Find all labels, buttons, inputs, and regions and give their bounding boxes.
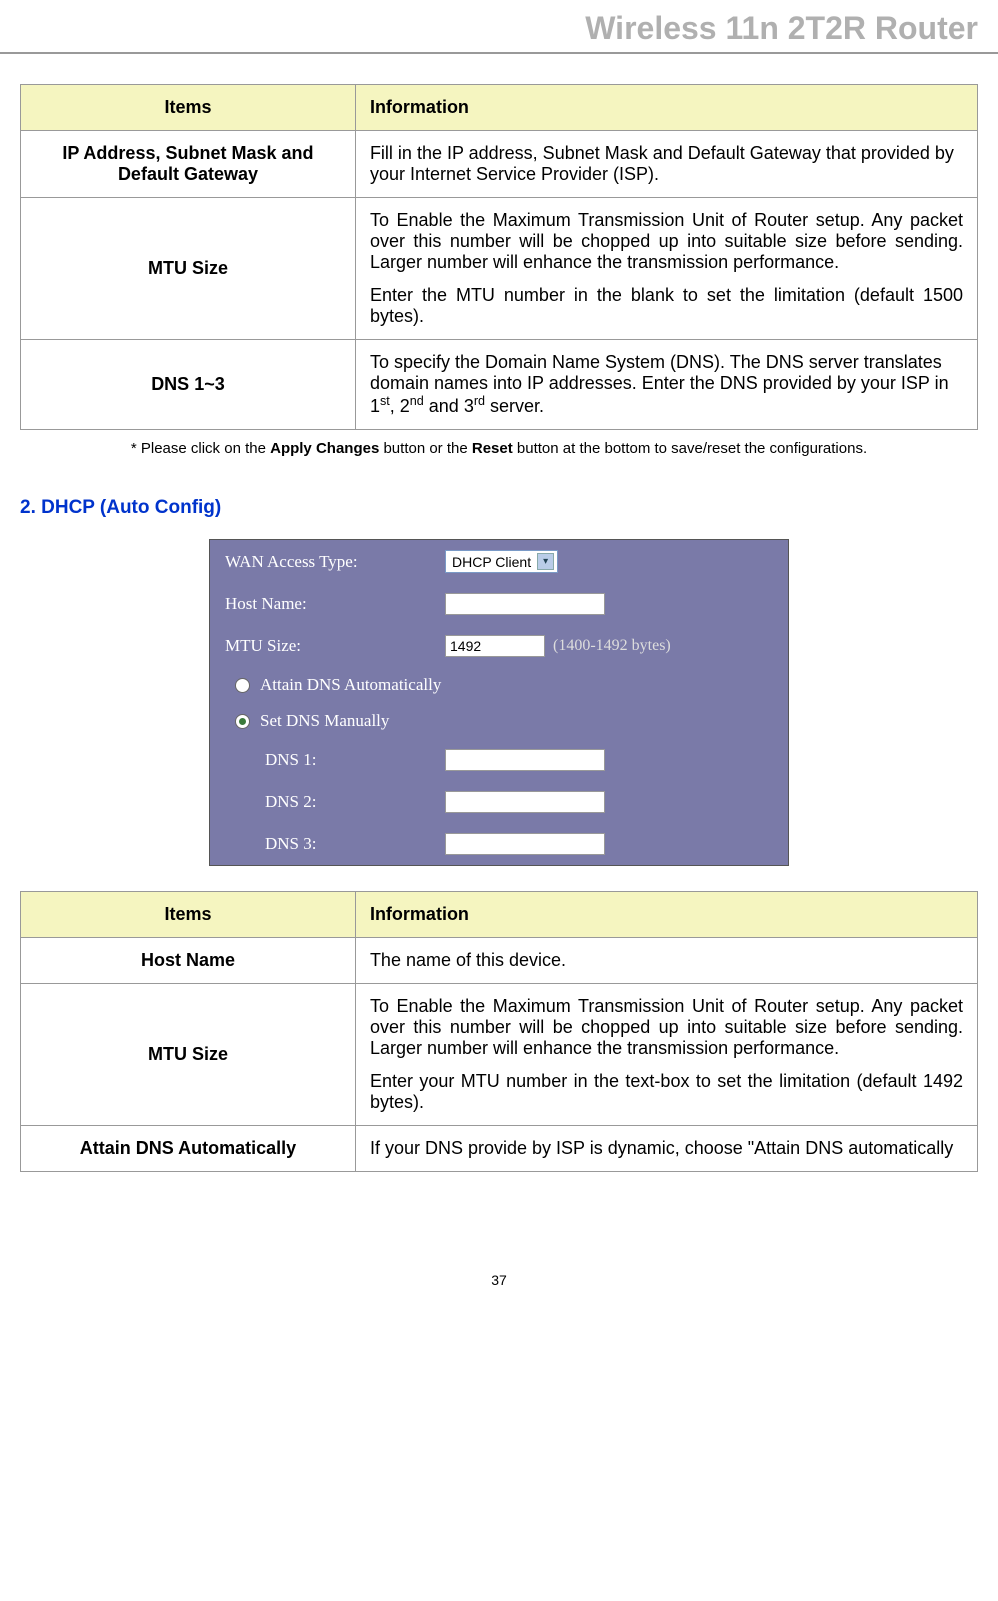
chevron-down-icon: ▾ bbox=[537, 553, 554, 570]
dns2-input[interactable] bbox=[445, 791, 605, 813]
table1-row0-item: IP Address, Subnet Mask and Default Gate… bbox=[21, 131, 356, 198]
table1-row1-info: To Enable the Maximum Transmission Unit … bbox=[355, 198, 977, 340]
table1-row2-item: DNS 1~3 bbox=[21, 340, 356, 430]
table2-row0-item: Host Name bbox=[21, 938, 356, 984]
info-table-2: Items Information Host Name The name of … bbox=[20, 891, 978, 1172]
host-name-input[interactable] bbox=[445, 593, 605, 615]
host-name-label: Host Name: bbox=[225, 594, 445, 614]
radio-set-dns-manual-label: Set DNS Manually bbox=[260, 711, 389, 731]
table-row: IP Address, Subnet Mask and Default Gate… bbox=[21, 131, 978, 198]
mtu-size-input[interactable] bbox=[445, 635, 545, 657]
table1-row2-info: To specify the Domain Name System (DNS).… bbox=[355, 340, 977, 430]
table2-row1-info: To Enable the Maximum Transmission Unit … bbox=[355, 984, 977, 1126]
dns1-input[interactable] bbox=[445, 749, 605, 771]
table-row: MTU Size To Enable the Maximum Transmiss… bbox=[21, 198, 978, 340]
table1-header-items: Items bbox=[21, 85, 356, 131]
table1-row0-info: Fill in the IP address, Subnet Mask and … bbox=[355, 131, 977, 198]
table2-row0-info: The name of this device. bbox=[355, 938, 977, 984]
dns3-input[interactable] bbox=[445, 833, 605, 855]
table2-row2-info: If your DNS provide by ISP is dynamic, c… bbox=[355, 1126, 977, 1172]
page-number: 37 bbox=[0, 1272, 998, 1308]
dns3-label: DNS 3: bbox=[265, 834, 445, 854]
radio-attain-dns-auto-label: Attain DNS Automatically bbox=[260, 675, 441, 695]
mtu-hint-text: (1400-1492 bytes) bbox=[553, 637, 671, 655]
table2-row1-item: MTU Size bbox=[21, 984, 356, 1126]
table-row: Host Name The name of this device. bbox=[21, 938, 978, 984]
page-header-title: Wireless 11n 2T2R Router bbox=[0, 0, 998, 54]
screenshot-dhcp-config: WAN Access Type: DHCP Client ▾ Host Name… bbox=[20, 539, 978, 866]
table-row: MTU Size To Enable the Maximum Transmiss… bbox=[21, 984, 978, 1126]
wan-access-type-label: WAN Access Type: bbox=[225, 552, 445, 572]
radio-attain-dns-auto[interactable] bbox=[235, 678, 250, 693]
table1-row1-item: MTU Size bbox=[21, 198, 356, 340]
table2-header-items: Items bbox=[21, 892, 356, 938]
footnote-apply-reset: * Please click on the Apply Changes butt… bbox=[20, 440, 978, 457]
table-row: DNS 1~3 To specify the Domain Name Syste… bbox=[21, 340, 978, 430]
table2-header-information: Information bbox=[355, 892, 977, 938]
dns1-label: DNS 1: bbox=[265, 750, 445, 770]
info-table-1: Items Information IP Address, Subnet Mas… bbox=[20, 84, 978, 430]
radio-set-dns-manual[interactable] bbox=[235, 714, 250, 729]
table1-header-information: Information bbox=[355, 85, 977, 131]
section-heading-dhcp: 2. DHCP (Auto Config) bbox=[20, 497, 978, 519]
table2-row2-item: Attain DNS Automatically bbox=[21, 1126, 356, 1172]
wan-access-type-select[interactable]: DHCP Client ▾ bbox=[445, 550, 558, 573]
table-row: Attain DNS Automatically If your DNS pro… bbox=[21, 1126, 978, 1172]
mtu-size-label: MTU Size: bbox=[225, 636, 445, 656]
dns2-label: DNS 2: bbox=[265, 792, 445, 812]
